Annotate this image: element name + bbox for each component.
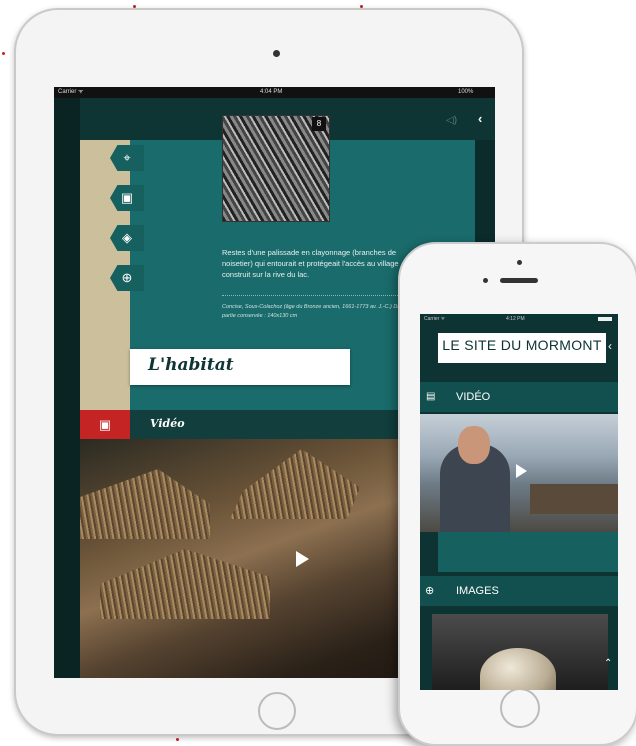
phone-title: LE SITE DU MORMONT bbox=[442, 337, 602, 353]
left-strip bbox=[54, 98, 80, 678]
phone-screen: Carrier ᯤ 4:12 PM LE SITE DU MORMONT ‹ ▤… bbox=[420, 314, 618, 690]
battery-label: 100% bbox=[458, 89, 474, 95]
tablet-home-button[interactable] bbox=[258, 692, 296, 730]
video-camera-icon[interactable]: ▣ bbox=[80, 410, 130, 439]
hut-roof bbox=[80, 469, 210, 539]
video-section-title: VIDÉO bbox=[456, 391, 491, 403]
interview-video[interactable] bbox=[420, 414, 618, 532]
phone-speaker bbox=[500, 278, 538, 283]
video-section-header[interactable]: ▤ VIDÉO bbox=[420, 382, 618, 412]
phone-carrier-label: Carrier ᯤ bbox=[424, 316, 446, 322]
images-section-header[interactable]: ⊕ IMAGES bbox=[420, 576, 618, 606]
phone-header: LE SITE DU MORMONT bbox=[438, 333, 606, 363]
workbench bbox=[530, 484, 618, 514]
phone-camera bbox=[517, 260, 522, 265]
person-face bbox=[458, 426, 490, 464]
image-number-badge: 8 bbox=[312, 117, 326, 131]
stone-object bbox=[480, 648, 556, 690]
phone-front-camera bbox=[483, 278, 488, 283]
phone-clock: 4:12 PM bbox=[506, 316, 525, 322]
carrier-label: Carrier ᯤ bbox=[58, 89, 84, 95]
artifact-image[interactable] bbox=[432, 614, 608, 690]
phone-status-bar: Carrier ᯤ 4:12 PM bbox=[420, 314, 618, 324]
scroll-up-chevron-icon[interactable]: ⌃ bbox=[604, 658, 612, 669]
play-icon[interactable] bbox=[296, 551, 309, 567]
phone-home-button[interactable] bbox=[500, 688, 540, 728]
tablet-camera bbox=[273, 50, 280, 57]
phone-back-chevron-icon[interactable]: ‹ bbox=[608, 339, 612, 353]
phone-device: Carrier ᯤ 4:12 PM LE SITE DU MORMONT ‹ ▤… bbox=[398, 242, 636, 746]
red-dot bbox=[2, 52, 5, 55]
hut-roof bbox=[230, 449, 360, 519]
back-chevron-icon[interactable]: ‹ bbox=[478, 111, 482, 126]
page-title: L'habitat bbox=[148, 355, 234, 375]
photo-description: Restes d'une palissade en clayonnage (br… bbox=[222, 248, 399, 279]
red-dot bbox=[176, 738, 179, 741]
play-icon[interactable] bbox=[516, 464, 527, 478]
clock: 4:04 PM bbox=[260, 89, 283, 95]
plus-circle-icon: ⊕ bbox=[425, 585, 435, 597]
wattle-fence-photo[interactable] bbox=[222, 115, 330, 222]
battery-icon bbox=[598, 317, 612, 321]
tablet-status-bar: Carrier ᯤ 4:04 PM 100% bbox=[54, 87, 495, 98]
speaker-icon[interactable]: ◁) bbox=[446, 115, 457, 126]
film-icon: ▤ bbox=[426, 391, 436, 402]
hut-roof bbox=[100, 549, 270, 619]
page-title-bar: L'habitat bbox=[130, 349, 350, 385]
images-section-title: IMAGES bbox=[456, 585, 499, 597]
video-section-label: Vidéo bbox=[150, 417, 185, 430]
phone-spacer-band bbox=[438, 532, 618, 572]
